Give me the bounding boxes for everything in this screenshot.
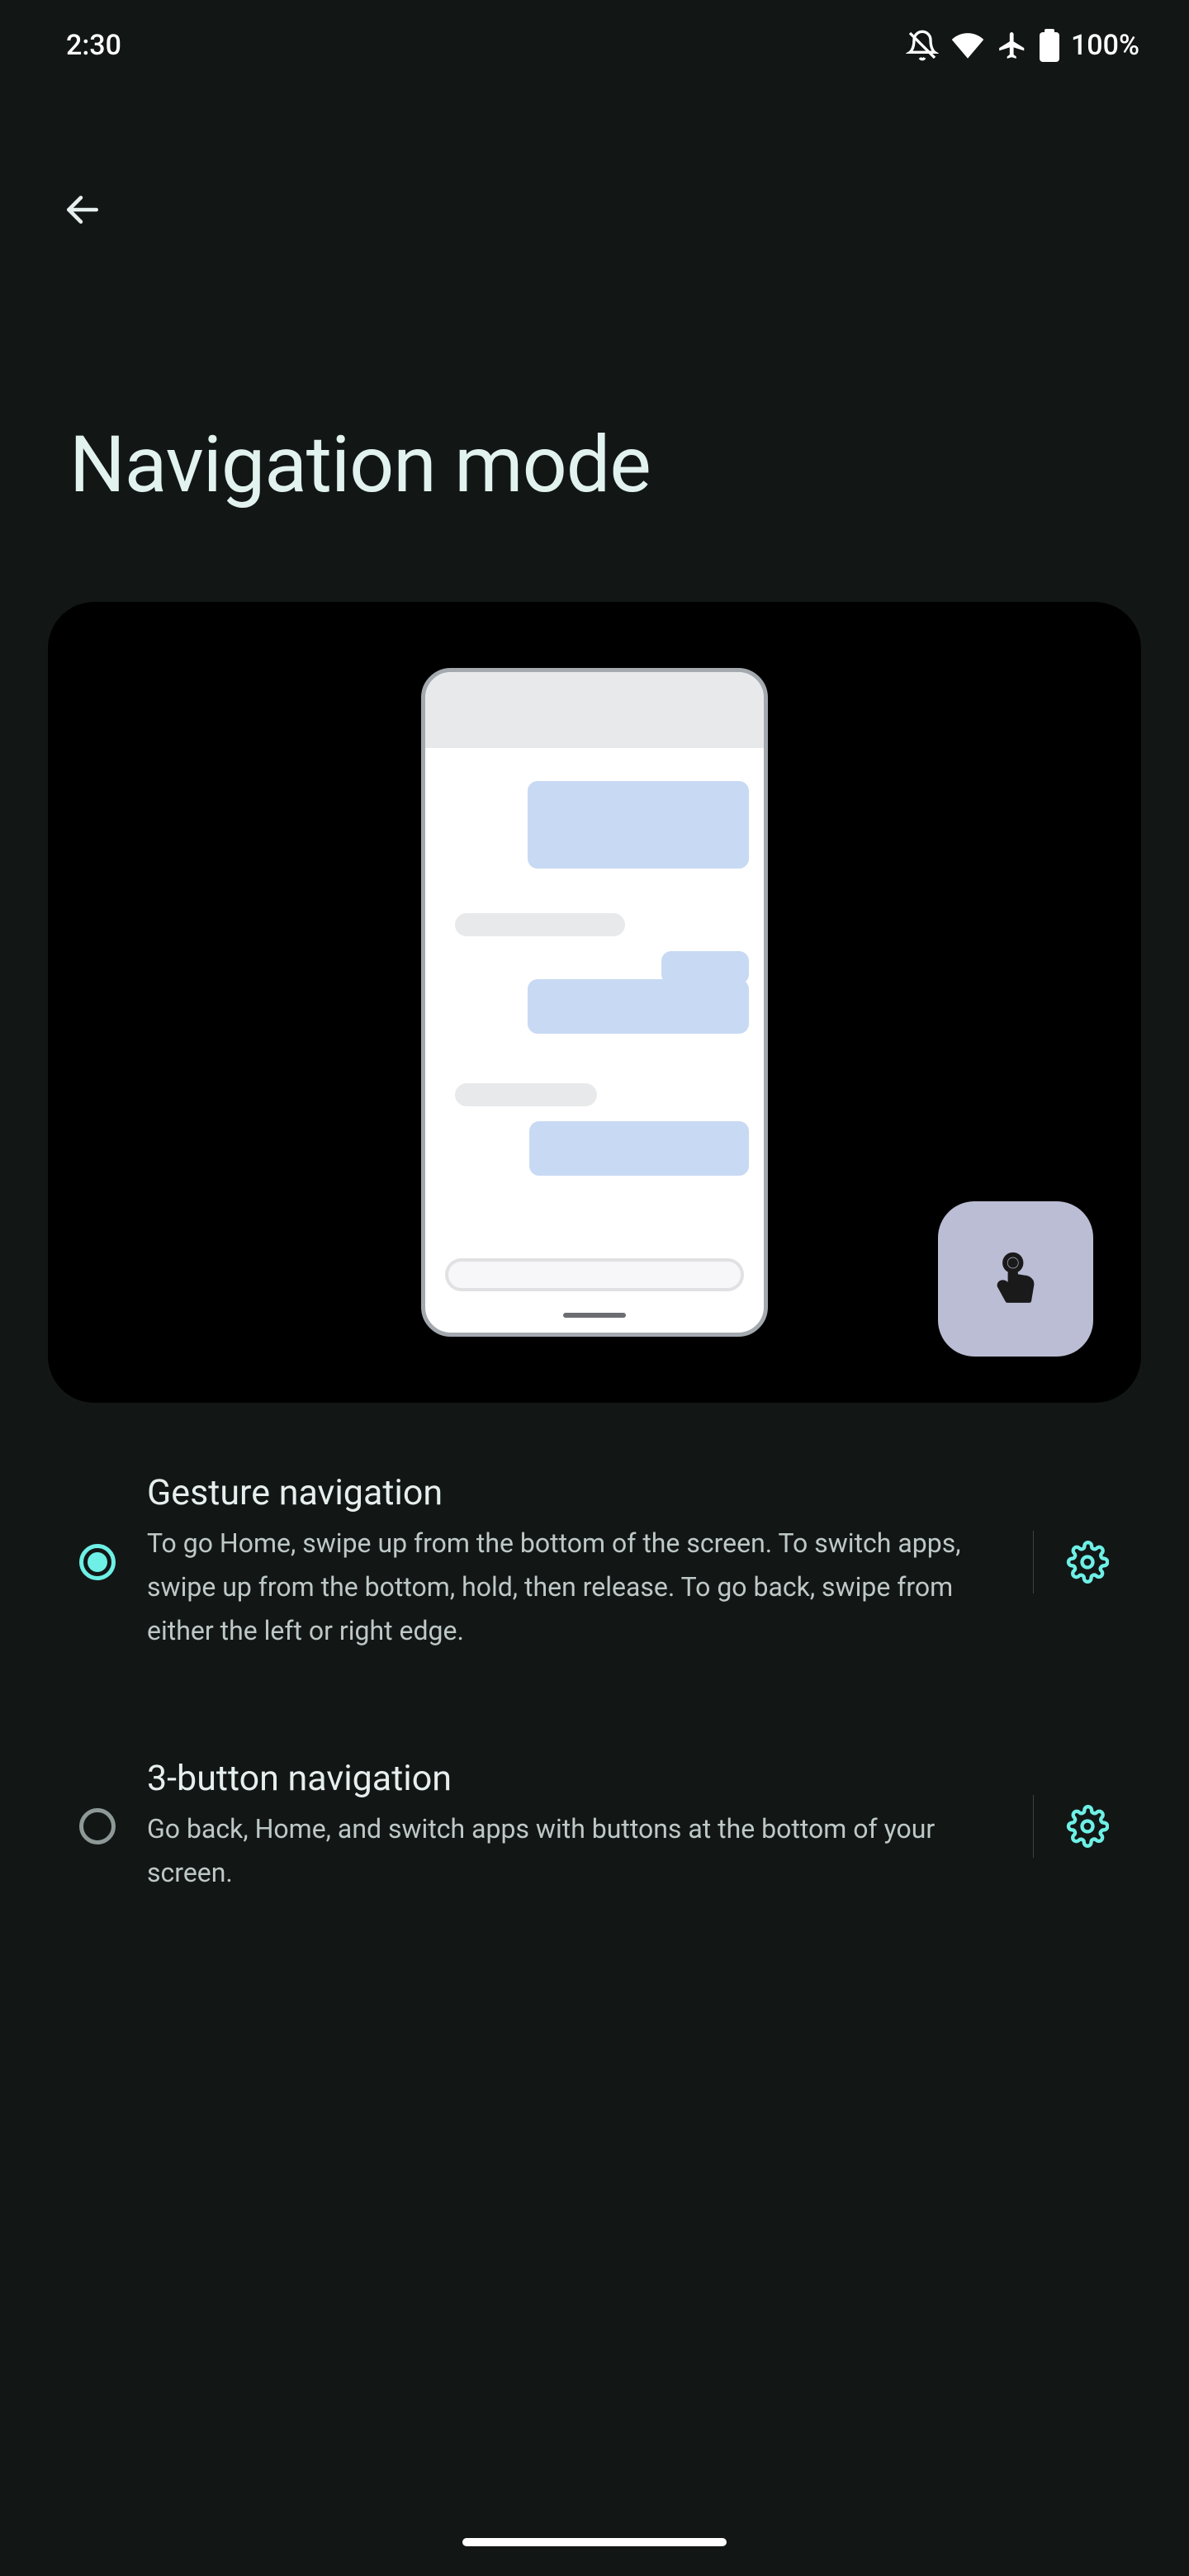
gesture-settings-button[interactable] <box>1034 1541 1141 1584</box>
home-indicator[interactable] <box>462 2538 727 2546</box>
option-gesture-navigation[interactable]: Gesture navigation To go Home, swipe up … <box>48 1444 1141 1680</box>
phone-mockup <box>421 668 768 1337</box>
gear-icon <box>1066 1805 1109 1848</box>
status-bar: 2:30 100% <box>0 0 1189 91</box>
back-button[interactable] <box>46 173 119 246</box>
option-three-button-navigation[interactable]: 3-button navigation Go back, Home, and s… <box>48 1730 1141 1923</box>
arrow-left-icon <box>62 189 103 230</box>
option-description: Go back, Home, and switch apps with butt… <box>147 1807 1008 1895</box>
page-title: Navigation mode <box>0 254 1189 585</box>
touch-indicator-badge <box>938 1201 1093 1357</box>
battery-icon <box>1040 29 1059 62</box>
radio-selected-icon <box>79 1544 116 1580</box>
option-description: To go Home, swipe up from the bottom of … <box>147 1522 1008 1652</box>
battery-percent: 100% <box>1071 29 1139 62</box>
option-title: 3-button navigation <box>147 1758 1008 1799</box>
three-button-settings-button[interactable] <box>1034 1805 1141 1848</box>
touch-icon <box>983 1247 1048 1311</box>
wifi-icon <box>950 28 985 63</box>
status-icons: 100% <box>906 28 1139 63</box>
gesture-preview-card <box>48 602 1141 1403</box>
option-title: Gesture navigation <box>147 1472 1008 1513</box>
app-bar <box>0 91 1189 254</box>
dnd-off-icon <box>906 29 939 62</box>
radio-unselected-icon <box>79 1808 116 1844</box>
airplane-icon <box>997 30 1028 61</box>
gear-icon <box>1066 1541 1109 1584</box>
status-time: 2:30 <box>66 29 121 62</box>
navigation-options: Gesture navigation To go Home, swipe up … <box>0 1403 1189 1923</box>
